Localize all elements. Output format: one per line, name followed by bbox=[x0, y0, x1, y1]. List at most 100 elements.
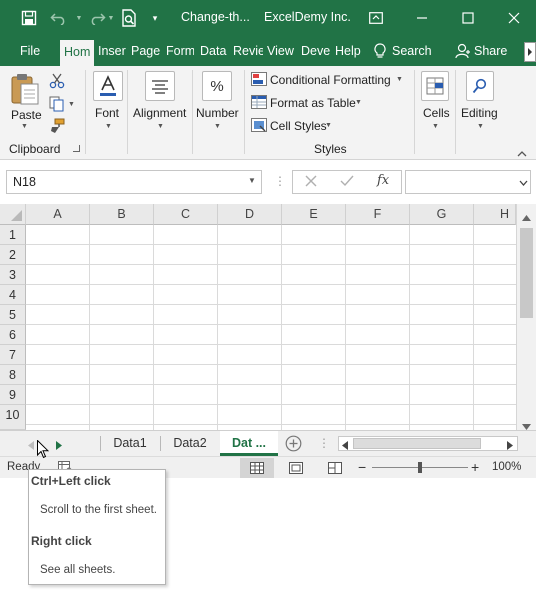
alignment-dropdown-icon[interactable]: ▼ bbox=[157, 123, 164, 130]
row-header[interactable]: 4 bbox=[0, 285, 26, 305]
number-button[interactable]: Number bbox=[196, 106, 239, 120]
formula-input[interactable] bbox=[405, 170, 531, 194]
sheet-tab-active[interactable]: Dat ... bbox=[220, 431, 278, 456]
tab-data[interactable]: Data bbox=[200, 36, 228, 66]
alignment-icon[interactable] bbox=[145, 71, 175, 101]
scroll-up-icon[interactable] bbox=[522, 210, 531, 224]
font-button[interactable]: Font bbox=[95, 106, 119, 120]
cut-icon[interactable] bbox=[49, 73, 65, 92]
undo-icon[interactable] bbox=[46, 0, 72, 36]
collapse-ribbon-icon[interactable] bbox=[517, 146, 527, 160]
column-header[interactable]: G bbox=[410, 204, 474, 225]
column-header[interactable]: F bbox=[346, 204, 410, 225]
cancel-formula-icon[interactable] bbox=[305, 174, 317, 191]
tab-split-grip-icon[interactable]: ⋮ bbox=[318, 436, 330, 450]
tab-developer[interactable]: Deve bbox=[301, 36, 331, 66]
formula-bar-grip-icon[interactable]: ⋮ bbox=[274, 174, 286, 188]
number-dropdown-icon[interactable]: ▼ bbox=[214, 123, 221, 130]
normal-view-button[interactable] bbox=[240, 458, 274, 478]
copy-dropdown-icon[interactable]: ▼ bbox=[68, 101, 75, 108]
alignment-button[interactable]: Alignment bbox=[133, 106, 186, 120]
zoom-level[interactable]: 100% bbox=[492, 461, 521, 473]
zoom-slider-thumb[interactable] bbox=[418, 462, 422, 473]
horizontal-scroll-thumb[interactable] bbox=[353, 438, 481, 449]
tab-home[interactable]: Hom bbox=[60, 40, 94, 66]
tab-insert[interactable]: Inser bbox=[98, 36, 128, 66]
cell-styles-dropdown-icon[interactable]: ▼ bbox=[325, 122, 332, 129]
paste-button[interactable]: Paste bbox=[11, 108, 42, 122]
page-layout-view-button[interactable] bbox=[279, 458, 313, 478]
cell-area[interactable] bbox=[26, 225, 516, 430]
tab-help[interactable]: Help bbox=[335, 36, 363, 66]
scroll-sheets-left-icon[interactable] bbox=[28, 439, 34, 453]
share-button[interactable]: Share bbox=[474, 36, 510, 66]
font-dropdown-icon[interactable]: ▼ bbox=[105, 123, 112, 130]
enter-formula-icon[interactable] bbox=[340, 174, 354, 191]
page-break-view-button[interactable] bbox=[318, 458, 352, 478]
scroll-left-icon[interactable] bbox=[342, 439, 348, 453]
format-as-table-button[interactable]: Format as Table bbox=[270, 96, 356, 110]
percent-icon[interactable]: % bbox=[202, 71, 232, 101]
name-box[interactable]: N18 bbox=[6, 170, 262, 194]
expand-formula-bar-icon[interactable] bbox=[519, 176, 528, 190]
editing-dropdown-icon[interactable]: ▼ bbox=[477, 123, 484, 130]
maximize-icon[interactable] bbox=[454, 0, 482, 36]
minimize-icon[interactable] bbox=[408, 0, 436, 36]
search-icon[interactable] bbox=[466, 71, 494, 101]
format-as-table-dropdown-icon[interactable]: ▼ bbox=[355, 99, 362, 106]
tab-view[interactable]: View bbox=[267, 36, 295, 66]
row-header[interactable]: 6 bbox=[0, 325, 26, 345]
clipboard-launcher-icon[interactable] bbox=[73, 145, 80, 152]
zoom-out-button[interactable]: − bbox=[358, 459, 366, 475]
scroll-sheets-right-icon[interactable] bbox=[56, 439, 62, 453]
fx-icon[interactable]: fx bbox=[377, 173, 389, 188]
ribbon-scroll-right-button[interactable] bbox=[524, 42, 536, 62]
sheet-tab-data2[interactable]: Data2 bbox=[161, 431, 219, 455]
row-header[interactable]: 8 bbox=[0, 365, 26, 385]
cells-dropdown-icon[interactable]: ▼ bbox=[432, 123, 439, 130]
row-header[interactable]: 3 bbox=[0, 265, 26, 285]
row-header[interactable]: 9 bbox=[0, 385, 26, 405]
select-all-corner[interactable] bbox=[0, 204, 26, 225]
save-icon[interactable] bbox=[16, 0, 42, 36]
close-icon[interactable] bbox=[500, 0, 528, 36]
print-preview-icon[interactable] bbox=[118, 0, 140, 36]
vertical-scrollbar[interactable] bbox=[516, 204, 536, 430]
row-header[interactable]: 5 bbox=[0, 305, 26, 325]
cell-styles-button[interactable]: Cell Styles bbox=[270, 119, 327, 133]
name-box-dropdown-icon[interactable]: ▼ bbox=[248, 176, 256, 185]
add-sheet-icon[interactable] bbox=[285, 435, 302, 455]
conditional-formatting-button[interactable]: Conditional Formatting bbox=[270, 73, 391, 87]
search-button[interactable]: Search bbox=[392, 36, 432, 66]
row-header[interactable]: 10 bbox=[0, 405, 26, 430]
horizontal-scrollbar[interactable] bbox=[338, 436, 518, 451]
column-header[interactable]: D bbox=[218, 204, 282, 225]
conditional-formatting-dropdown-icon[interactable]: ▼ bbox=[396, 76, 403, 83]
copy-icon[interactable] bbox=[49, 96, 65, 115]
column-header[interactable]: H bbox=[474, 204, 516, 225]
ribbon-display-icon[interactable] bbox=[364, 0, 388, 36]
row-header[interactable]: 1 bbox=[0, 225, 26, 245]
tab-page-layout[interactable]: Page bbox=[131, 36, 161, 66]
customize-toolbar-icon[interactable]: ▾ bbox=[148, 0, 162, 36]
tab-review[interactable]: Revie bbox=[233, 36, 263, 66]
redo-dropdown-icon[interactable]: ▼ bbox=[106, 0, 116, 36]
undo-dropdown-icon[interactable]: ▼ bbox=[74, 0, 84, 36]
cells-button[interactable]: Cells bbox=[423, 106, 450, 120]
tab-formulas[interactable]: Form bbox=[166, 36, 194, 66]
row-header[interactable]: 7 bbox=[0, 345, 26, 365]
column-header[interactable]: E bbox=[282, 204, 346, 225]
column-header[interactable]: C bbox=[154, 204, 218, 225]
vertical-scroll-thumb[interactable] bbox=[520, 228, 533, 318]
zoom-in-button[interactable]: + bbox=[471, 459, 479, 475]
paste-icon[interactable] bbox=[10, 72, 40, 109]
scroll-right-icon[interactable] bbox=[507, 439, 513, 453]
sheet-tab-data1[interactable]: Data1 bbox=[101, 431, 159, 455]
column-header[interactable]: B bbox=[90, 204, 154, 225]
paste-dropdown-icon[interactable]: ▼ bbox=[21, 123, 28, 130]
row-header[interactable]: 2 bbox=[0, 245, 26, 265]
tab-file[interactable]: File bbox=[20, 36, 46, 66]
font-icon[interactable] bbox=[93, 71, 123, 101]
format-painter-icon[interactable] bbox=[49, 118, 65, 137]
column-header[interactable]: A bbox=[26, 204, 90, 225]
